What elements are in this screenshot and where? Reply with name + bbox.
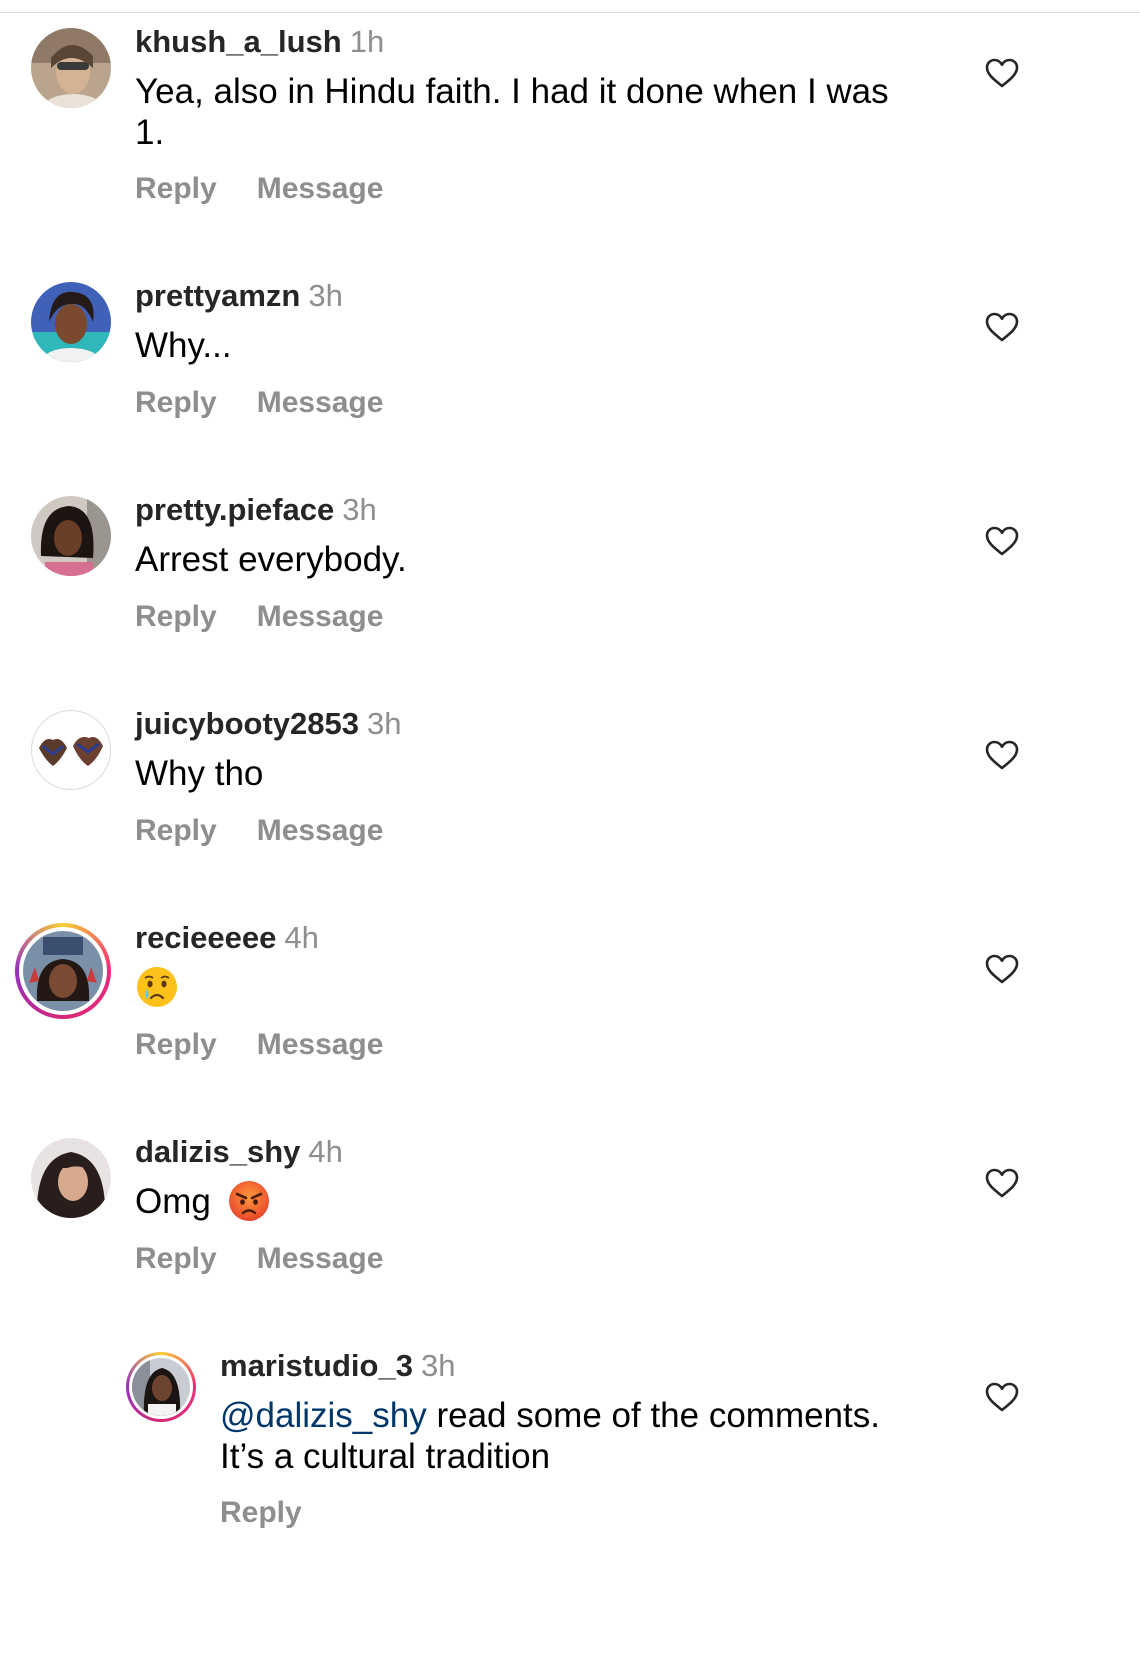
message-button[interactable]: Message bbox=[257, 600, 384, 633]
username-link[interactable]: khush_a_lush bbox=[135, 24, 342, 59]
avatar[interactable] bbox=[31, 710, 111, 790]
timestamp: 4h bbox=[308, 1134, 343, 1169]
comment-meta: dalizis_shy 4h bbox=[135, 1134, 343, 1170]
comment-text-line: @dalizis_shy read some of the comments. bbox=[220, 1395, 960, 1436]
comment-text: @dalizis_shy read some of the comments. … bbox=[220, 1395, 960, 1477]
comment-actions: Reply Message bbox=[135, 1242, 383, 1276]
avatar bbox=[23, 931, 103, 1011]
reply-button[interactable]: Reply bbox=[135, 1242, 217, 1275]
story-ring[interactable] bbox=[15, 923, 111, 1019]
avatar-photo-icon bbox=[132, 1358, 190, 1416]
comment-actions: Reply Message bbox=[135, 1028, 383, 1062]
comment-text: Yea, also in Hindu faith. I had it done … bbox=[135, 72, 889, 152]
message-button[interactable]: Message bbox=[257, 1028, 384, 1061]
comment-meta: juicybooty2853 3h bbox=[135, 706, 401, 742]
avatar-photo-icon bbox=[31, 710, 111, 790]
timestamp: 3h bbox=[308, 278, 343, 313]
avatar-photo-icon bbox=[31, 28, 111, 108]
timestamp: 3h bbox=[366, 706, 402, 741]
comment-meta: pretty.pieface 3h bbox=[135, 492, 377, 528]
message-button[interactable]: Message bbox=[257, 172, 384, 205]
comment-text: Why... bbox=[135, 326, 232, 365]
comment-text: Omg bbox=[135, 1180, 935, 1223]
username-link[interactable]: dalizis_shy bbox=[135, 1134, 300, 1169]
comment-actions: Reply Message bbox=[135, 172, 383, 206]
username-link[interactable]: pretty.pieface bbox=[135, 492, 334, 527]
timestamp: 3h bbox=[420, 1348, 456, 1383]
message-button[interactable]: Message bbox=[257, 386, 384, 419]
comment-text-content: Omg bbox=[135, 1182, 211, 1221]
heart-outline-icon[interactable] bbox=[985, 526, 1019, 556]
heart-outline-icon[interactable] bbox=[985, 312, 1019, 342]
comment-meta: recieeeee 4h bbox=[135, 920, 319, 956]
message-button[interactable]: Message bbox=[257, 1242, 384, 1275]
reply-button[interactable]: Reply bbox=[135, 386, 217, 419]
comment-actions: Reply Message bbox=[135, 600, 383, 634]
comment-text-content: read some of the comments. bbox=[426, 1396, 880, 1435]
timestamp: 1h bbox=[349, 24, 385, 59]
avatar-photo-icon bbox=[31, 1138, 111, 1218]
comment-actions: Reply Message bbox=[135, 386, 383, 420]
comment-text: Why tho bbox=[135, 754, 264, 793]
username-link[interactable]: prettyamzn bbox=[135, 278, 300, 313]
avatar-photo-icon bbox=[31, 496, 111, 576]
comment-meta: maristudio_3 3h bbox=[220, 1348, 455, 1384]
comment-meta: prettyamzn 3h bbox=[135, 278, 343, 314]
username-link[interactable]: juicybooty2853 bbox=[135, 706, 359, 741]
story-ring[interactable] bbox=[126, 1352, 196, 1422]
heart-outline-icon[interactable] bbox=[985, 1168, 1019, 1198]
avatar-photo-icon bbox=[23, 931, 103, 1011]
comment-text: Arrest everybody. bbox=[135, 540, 407, 579]
timestamp: 3h bbox=[342, 492, 377, 527]
heart-outline-icon[interactable] bbox=[985, 740, 1019, 770]
avatar[interactable] bbox=[31, 496, 111, 576]
comment-meta: khush_a_lush 1h bbox=[135, 24, 384, 60]
comment-text-line: It’s a cultural tradition bbox=[220, 1437, 551, 1476]
heart-outline-icon[interactable] bbox=[985, 954, 1019, 984]
avatar[interactable] bbox=[31, 28, 111, 108]
reply-button[interactable]: Reply bbox=[135, 172, 217, 205]
comment-actions: Reply Message bbox=[135, 814, 383, 848]
heart-outline-icon[interactable] bbox=[985, 1382, 1019, 1412]
crying-face-emoji bbox=[137, 966, 177, 1007]
avatar[interactable] bbox=[31, 1138, 111, 1218]
username-link[interactable]: maristudio_3 bbox=[220, 1348, 413, 1383]
username-link[interactable]: recieeeee bbox=[135, 920, 276, 955]
heart-outline-icon[interactable] bbox=[985, 58, 1019, 88]
reply-button[interactable]: Reply bbox=[220, 1496, 302, 1529]
angry-face-emoji bbox=[228, 1180, 269, 1221]
comment-actions: Reply bbox=[220, 1496, 302, 1530]
comment-text bbox=[135, 964, 935, 1009]
message-button[interactable]: Message bbox=[257, 814, 384, 847]
avatar bbox=[132, 1358, 190, 1416]
avatar-photo-icon bbox=[31, 282, 111, 362]
avatar[interactable] bbox=[31, 282, 111, 362]
reply-button[interactable]: Reply bbox=[135, 1028, 217, 1061]
top-divider bbox=[0, 12, 1140, 13]
reply-button[interactable]: Reply bbox=[135, 814, 217, 847]
mention-link[interactable]: @dalizis_shy bbox=[220, 1396, 427, 1435]
reply-button[interactable]: Reply bbox=[135, 600, 217, 633]
timestamp: 4h bbox=[284, 920, 319, 955]
